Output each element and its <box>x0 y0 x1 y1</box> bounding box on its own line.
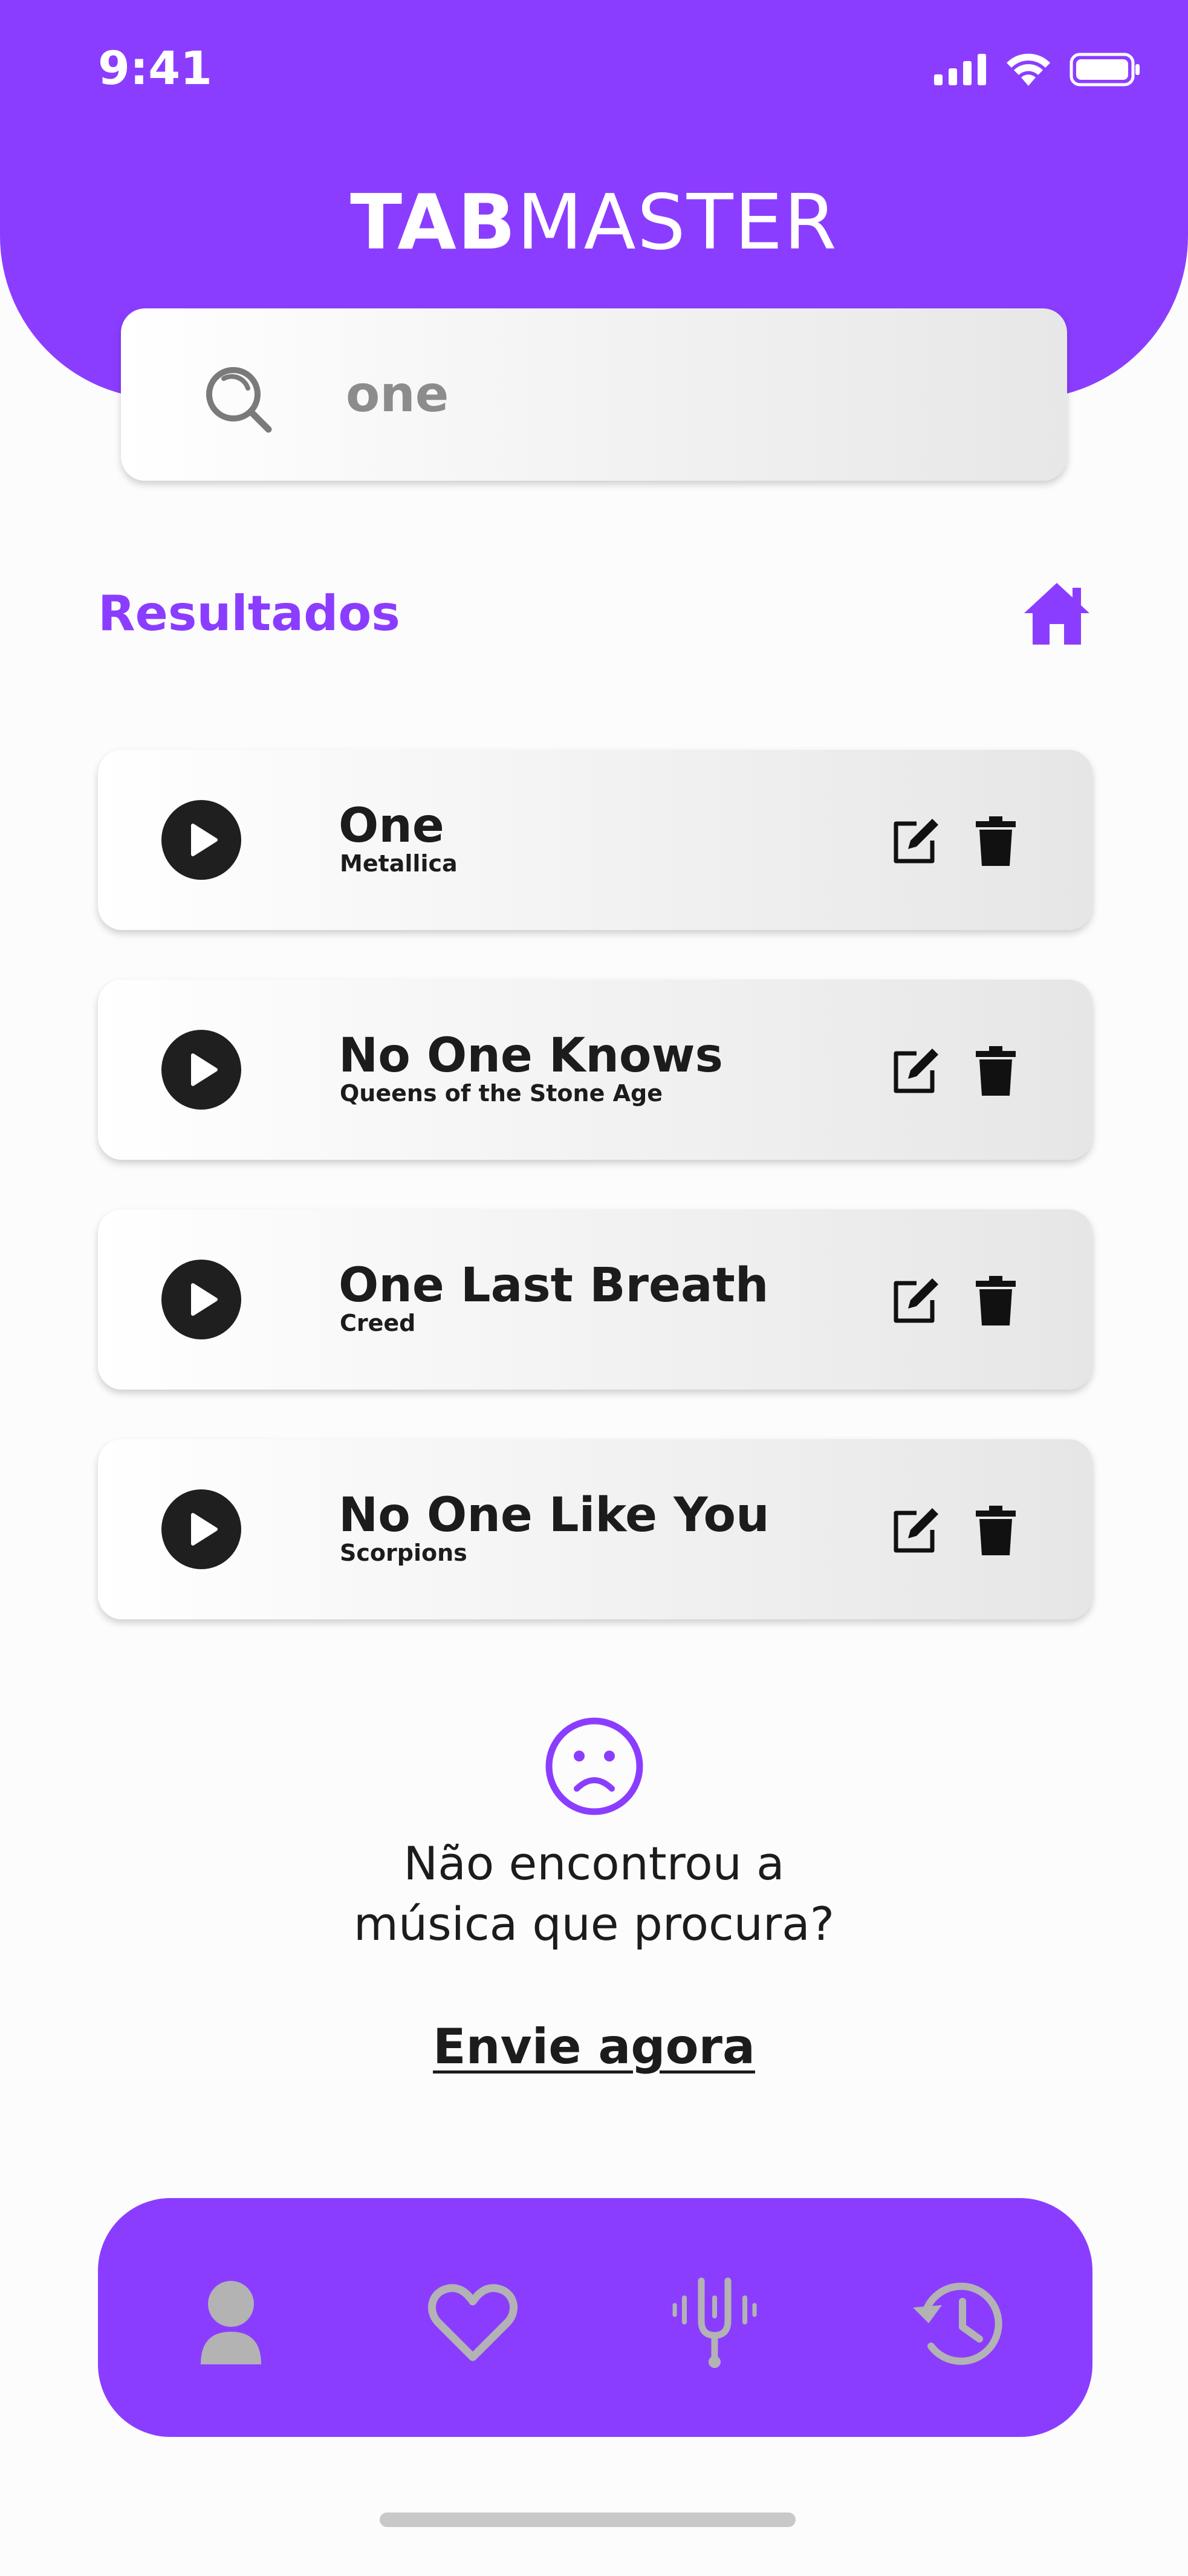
nav-favorites[interactable] <box>424 2274 521 2370</box>
trash-icon[interactable] <box>975 1045 1017 1097</box>
nav-tuner[interactable] <box>666 2274 763 2370</box>
not-found-line-1: Não encontrou a <box>403 1836 785 1890</box>
status-time: 9:41 <box>98 41 213 95</box>
song-card[interactable]: No One Knows Queens of the Stone Age <box>98 980 1092 1160</box>
profile-icon <box>201 2281 261 2364</box>
history-icon <box>913 2282 1002 2365</box>
app-title-bold: TAB <box>350 178 517 267</box>
heart-icon <box>428 2284 518 2361</box>
battery-icon <box>1070 53 1140 86</box>
home-indicator[interactable] <box>380 2513 796 2527</box>
app-title: TABMASTER <box>0 180 1188 265</box>
search-bar[interactable] <box>121 308 1067 481</box>
app-title-light: MASTER <box>516 178 838 267</box>
song-title: No One Like You <box>339 1488 770 1543</box>
song-list: One Metallica No One Knows Queens of the… <box>98 750 1092 1669</box>
play-icon[interactable] <box>161 1489 241 1569</box>
song-title: One Last Breath <box>339 1258 769 1313</box>
play-icon[interactable] <box>161 800 241 880</box>
song-artist: Scorpions <box>340 1540 467 1566</box>
trash-icon[interactable] <box>975 1275 1017 1327</box>
not-found-line-2: música que procura? <box>353 1897 835 1951</box>
not-found-message: Não encontrou a música que procura? <box>0 1833 1188 1954</box>
edit-icon[interactable] <box>890 1275 942 1327</box>
status-icons <box>934 48 1141 91</box>
trash-icon[interactable] <box>975 815 1017 867</box>
nav-profile[interactable] <box>183 2274 279 2370</box>
home-icon[interactable] <box>1022 581 1092 647</box>
tuning-fork-icon <box>672 2277 757 2368</box>
song-artist: Creed <box>340 1310 416 1336</box>
app-screen: 9:41 TABMASTER Resultados <box>0 0 1188 2576</box>
edit-icon[interactable] <box>890 815 942 867</box>
song-card[interactable]: No One Like You Scorpions <box>98 1439 1092 1619</box>
wifi-icon <box>1007 53 1050 86</box>
song-card[interactable]: One Last Breath Creed <box>98 1209 1092 1390</box>
play-icon[interactable] <box>161 1260 241 1339</box>
edit-icon[interactable] <box>890 1045 942 1097</box>
cellular-signal-icon <box>934 54 986 85</box>
song-card[interactable]: One Metallica <box>98 750 1092 930</box>
sad-face-icon <box>545 1717 643 1815</box>
search-input[interactable] <box>345 357 1010 432</box>
play-icon[interactable] <box>161 1030 241 1110</box>
song-artist: Metallica <box>340 850 458 877</box>
search-icon <box>206 367 272 433</box>
nav-history[interactable] <box>908 2274 1005 2370</box>
song-title: No One Knows <box>339 1029 723 1083</box>
bottom-navigation <box>98 2198 1092 2437</box>
results-title: Resultados <box>98 585 400 642</box>
song-title: One <box>339 799 444 853</box>
send-now-link[interactable]: Envie agora <box>0 2017 1188 2077</box>
trash-icon[interactable] <box>975 1504 1017 1556</box>
song-artist: Queens of the Stone Age <box>340 1080 663 1107</box>
edit-icon[interactable] <box>890 1504 942 1556</box>
